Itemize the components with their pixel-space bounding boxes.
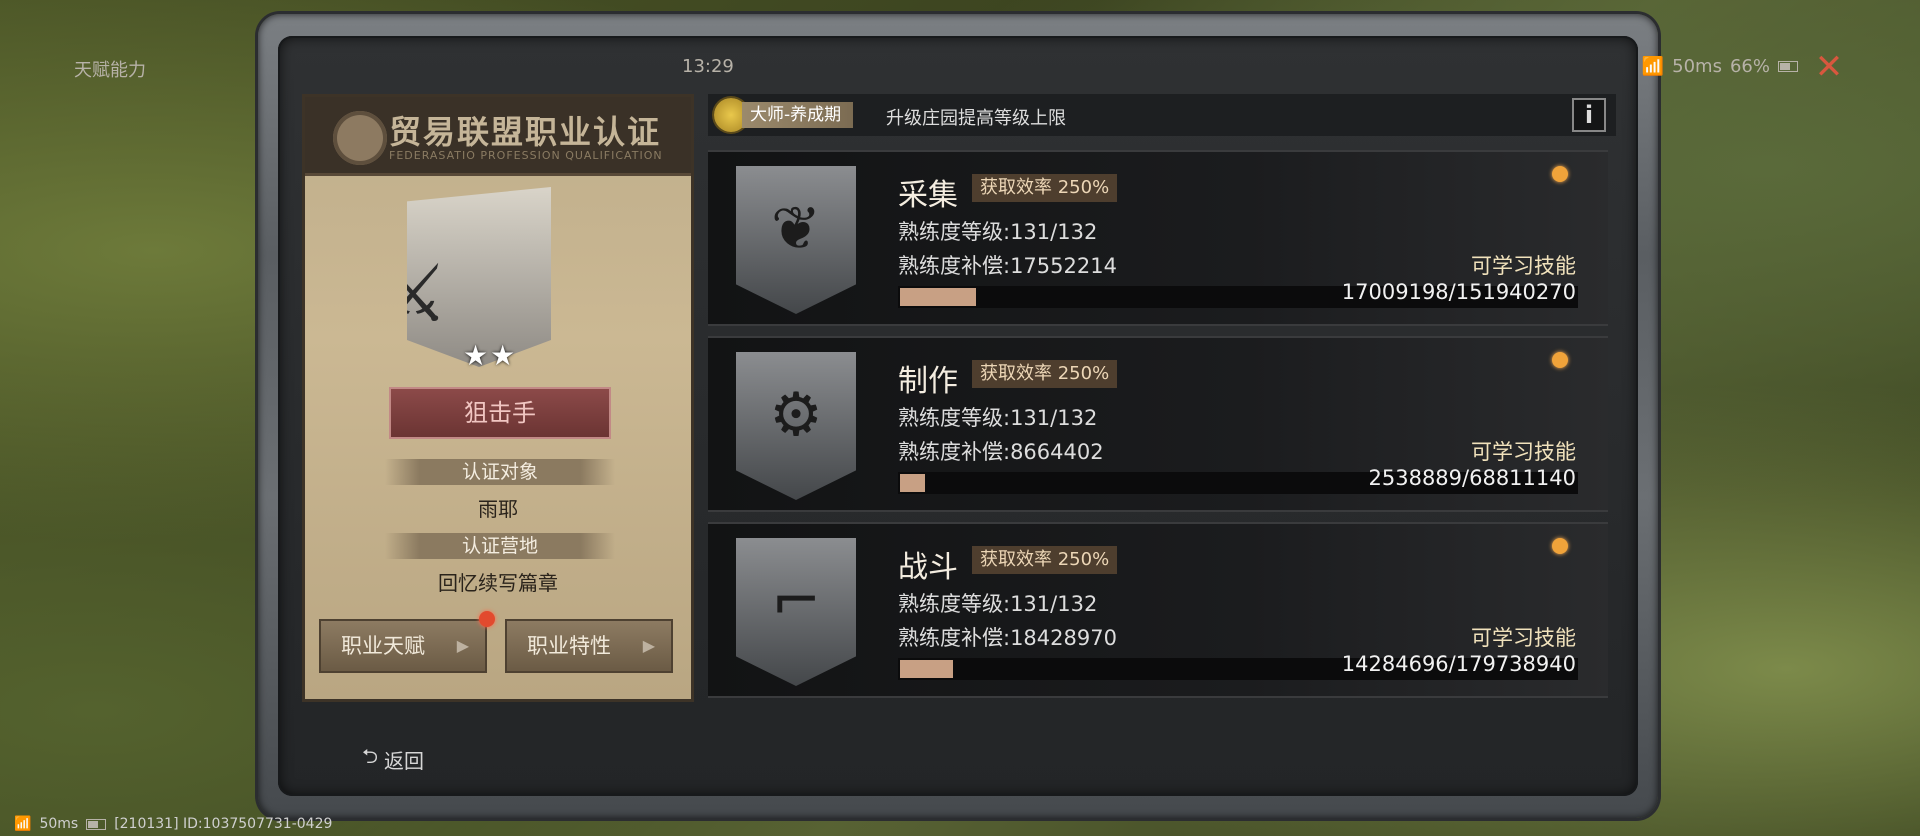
skill-compensation: 熟练度补偿:8664402 [898, 440, 1104, 464]
target-value: 雨耶 [478, 497, 518, 521]
certificate-title: 贸易联盟职业认证 [389, 113, 662, 151]
battery-icon [1778, 61, 1798, 72]
top-status-bar: 天赋能力 13:29 📶 50ms 66% ✕ [52, 40, 1868, 84]
profession-trait-button[interactable]: 职业特性 ▶ [505, 619, 673, 673]
smg-gun-icon: ⌐ [736, 538, 856, 686]
wifi-icon: 📶 [14, 816, 32, 832]
rank-bar: 大师-养成期 升级庄园提高等级上限 i [708, 94, 1616, 136]
system-bar: 📶 50ms [210131] ID:1037507731-0429 [14, 816, 332, 832]
battery-icon [86, 818, 107, 830]
camp-value: 回忆续写篇章 [438, 571, 558, 595]
efficiency-badge: 获取效率 250% [972, 546, 1118, 574]
efficiency-badge: 获取效率 250% [972, 360, 1118, 388]
progress-fill [900, 660, 954, 678]
wifi-icon: 📶 [1641, 56, 1665, 77]
federation-logo-icon [333, 111, 387, 165]
skill-panel-crafting[interactable]: ⚙ 制作 获取效率 250% 熟练度等级:131/132 熟练度补偿:86644… [708, 336, 1608, 512]
skill-compensation: 熟练度补偿:18428970 [898, 626, 1117, 650]
alert-dot [1552, 538, 1568, 554]
back-button[interactable]: ⮌ 返回 [362, 742, 424, 776]
hammer-gear-icon: ⚙ [736, 352, 856, 500]
skill-level: 熟练度等级:131/132 [898, 406, 1098, 430]
progress-value: 14284696/179738940 [1341, 652, 1576, 676]
alert-dot [1552, 166, 1568, 182]
window-title: 天赋能力 [74, 60, 146, 81]
progress-fill [900, 288, 976, 306]
certificate-subtitle: FEDERASATIO PROFESSION QUALIFICATION [389, 149, 663, 162]
skill-level: 熟练度等级:131/132 [898, 220, 1098, 244]
battery-value: 66% [1729, 56, 1770, 77]
progress-fill [900, 474, 925, 492]
skill-panel-gathering[interactable]: ❦ 采集 获取效率 250% 熟练度等级:131/132 熟练度补偿:17552… [708, 150, 1608, 326]
ping-value: 50ms [1672, 56, 1722, 77]
close-icon[interactable]: ✕ [1812, 50, 1846, 84]
profession-rank: 狙击手 [389, 387, 611, 439]
skill-level: 熟练度等级:131/132 [898, 592, 1098, 616]
leaf-icon: ❦ [736, 166, 856, 314]
progress-value: 17009198/151940270 [1341, 280, 1576, 304]
skill-panel-combat[interactable]: ⌐ 战斗 获取效率 250% 熟练度等级:131/132 熟练度补偿:18428… [708, 522, 1608, 698]
profession-talent-label: 职业天赋 [341, 634, 425, 658]
skill-name: 制作 [898, 364, 958, 399]
profession-talent-button[interactable]: 职业天赋 ▶ [319, 619, 487, 673]
rank-badge: 大师-养成期 [742, 102, 854, 128]
alert-dot [1552, 352, 1568, 368]
play-arrow-icon: ▶ [642, 636, 655, 655]
system-id: [210131] ID:1037507731-0429 [114, 816, 333, 832]
progress-value: 2538889/68811140 [1368, 466, 1577, 490]
rank-stars: ★★ [463, 339, 518, 372]
play-arrow-icon: ▶ [456, 636, 469, 655]
camp-label: 认证营地 [385, 533, 615, 559]
rank-hint: 升级庄园提高等级上限 [886, 108, 1066, 129]
notification-dot [479, 611, 495, 627]
certificate-header: 贸易联盟职业认证 FEDERASATIO PROFESSION QUALIFIC… [305, 97, 691, 176]
info-button[interactable]: i [1572, 98, 1606, 132]
learnable-skill-link[interactable]: 可学习技能 [1471, 622, 1576, 652]
skill-name: 采集 [898, 178, 958, 213]
target-label: 认证对象 [385, 459, 615, 485]
system-ping: 50ms [39, 816, 79, 832]
certificate-card: 贸易联盟职业认证 FEDERASATIO PROFESSION QUALIFIC… [302, 94, 694, 702]
profession-trait-label: 职业特性 [527, 634, 611, 658]
clock: 13:29 [682, 56, 734, 77]
learnable-skill-link[interactable]: 可学习技能 [1471, 250, 1576, 280]
return-arrow-icon: ⮌ [362, 744, 379, 768]
efficiency-badge: 获取效率 250% [972, 174, 1118, 202]
skill-compensation: 熟练度补偿:17552214 [898, 254, 1117, 278]
back-label: 返回 [384, 748, 425, 773]
skill-name: 战斗 [898, 550, 958, 585]
status-group: 📶 50ms 66% [1642, 56, 1798, 77]
learnable-skill-link[interactable]: 可学习技能 [1471, 436, 1576, 466]
